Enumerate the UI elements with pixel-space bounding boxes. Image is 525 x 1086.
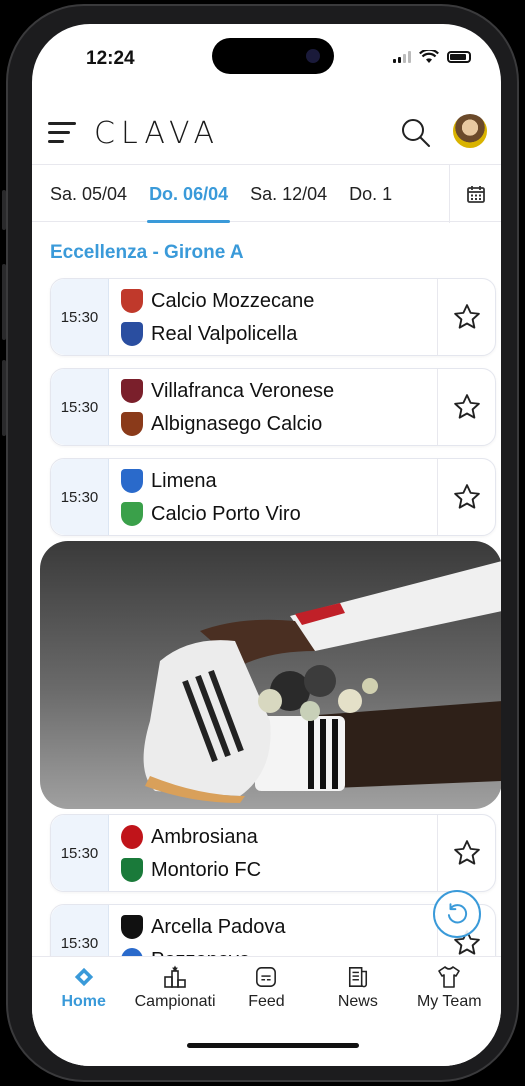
team-crest-icon [121,289,143,313]
refresh-button[interactable] [433,890,481,938]
match-card[interactable]: 15:30 Ambrosiana Montorio FC [50,814,496,892]
favorite-button[interactable] [437,279,495,355]
home-team-name: Limena [151,469,217,492]
status-bar: 12:24 [32,24,501,94]
match-time: 15:30 [51,279,109,355]
date-tab[interactable]: Do. 1 [349,165,392,223]
home-team: Arcella Padova [121,915,286,939]
away-team-name: Montorio FC [151,858,262,881]
calendar-button[interactable] [449,165,501,223]
tab-label: News [337,993,378,1010]
screen: 12:24 CLAVA Sa. 05/04 Do. 06/04 Sa. 12/0… [32,24,501,1066]
app-logo: CLAVA [94,116,221,151]
away-team: Calcio Porto Viro [121,502,301,526]
tab-label: Feed [248,993,285,1010]
team-crest-icon [121,858,143,882]
home-team-name: Villafranca Veronese [151,379,335,402]
match-card[interactable]: 15:30 Villafranca Veronese Albignasego C… [50,368,496,446]
date-selector: Sa. 05/04 Do. 06/04 Sa. 12/04 Do. 1 [32,164,501,223]
away-team: Montorio FC [121,858,261,882]
dynamic-island [212,38,334,74]
tab-campionati[interactable]: Campionati [132,965,218,1011]
tab-label: My Team [416,993,482,1010]
away-team-name: Albignasego Calcio [151,412,323,435]
match-time: 15:30 [51,815,109,891]
away-team: Real Valpolicella [121,322,297,346]
home-icon [74,967,93,987]
tab-home[interactable]: Home [41,965,127,1011]
tab-feed[interactable]: Feed [223,965,309,1011]
star-icon [453,394,480,419]
team-crest-icon [121,379,143,403]
match-card[interactable]: 15:30 Calcio Mozzecane Real Valpolicella [50,278,496,356]
favorite-button[interactable] [437,459,495,535]
home-team: Villafranca Veronese [121,379,334,403]
avatar[interactable] [453,114,487,148]
favorite-button[interactable] [437,815,495,891]
calendar-icon [466,186,485,203]
feed-icon [256,967,277,987]
home-team: Calcio Mozzecane [121,289,314,313]
ad-banner[interactable] [40,541,501,809]
team-crest-icon [121,322,143,346]
status-icons [393,50,471,64]
team-crest-icon [121,412,143,436]
bottom-tab-bar: Home Campionati Feed News My Team [32,956,501,1066]
home-indicator[interactable] [187,1043,359,1048]
league-title: Eccellenza - Girone A [50,242,244,263]
menu-icon[interactable] [48,122,78,144]
app-header: CLAVA [32,104,501,164]
tab-news[interactable]: News [315,965,401,1011]
star-icon [453,840,480,865]
away-team: Albignasego Calcio [121,412,322,436]
shirt-icon [438,966,461,988]
match-card[interactable]: 15:30 Limena Calcio Porto Viro [50,458,496,536]
tab-label: Home [61,993,106,1010]
away-team-name: Calcio Porto Viro [151,502,301,525]
tab-label: Campionati [134,993,216,1010]
home-team-name: Ambrosiana [151,825,258,848]
match-time: 15:30 [51,459,109,535]
date-tabs: Sa. 05/04 Do. 06/04 Sa. 12/04 Do. 1 [50,165,447,223]
favorite-button[interactable] [437,369,495,445]
team-crest-icon [121,469,143,493]
date-tab[interactable]: Sa. 05/04 [50,165,127,223]
star-icon [453,484,480,509]
home-team-name: Arcella Padova [151,915,286,938]
camera-icon [306,49,320,63]
battery-icon [447,51,471,63]
signal-icon [393,51,411,63]
match-time: 15:30 [51,369,109,445]
date-tab[interactable]: Sa. 12/04 [250,165,327,223]
home-team: Limena [121,469,217,493]
star-icon [453,304,480,329]
date-tab-active[interactable]: Do. 06/04 [147,165,231,223]
team-crest-icon [121,825,143,849]
refresh-icon [447,903,468,924]
team-crest-icon [121,502,143,526]
home-team: Ambrosiana [121,825,258,849]
status-time: 12:24 [86,48,135,69]
home-team-name: Calcio Mozzecane [151,289,315,312]
away-team-name: Real Valpolicella [151,322,298,345]
wifi-icon [419,50,439,63]
team-crest-icon [121,915,143,939]
news-icon [348,967,367,988]
tab-my-team[interactable]: My Team [406,965,492,1011]
search-icon[interactable] [399,116,433,150]
trophy-icon [164,965,186,988]
sneaker-ad-image [143,561,501,803]
